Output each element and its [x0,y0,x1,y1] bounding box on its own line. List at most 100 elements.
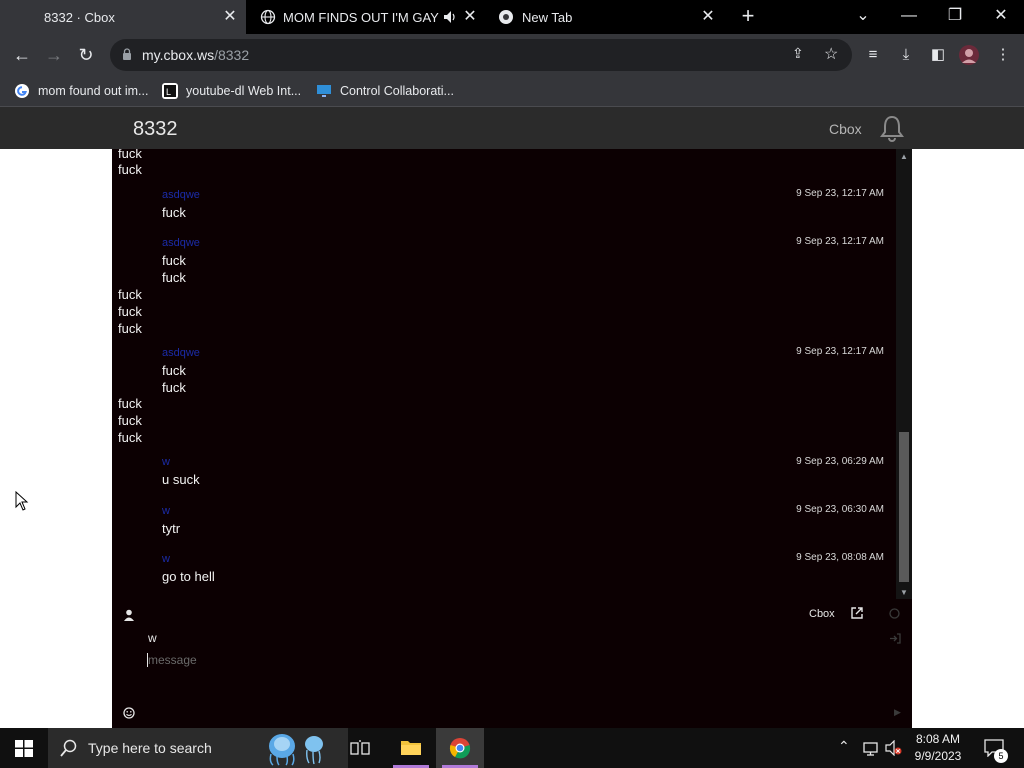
taskbar-search-box[interactable]: Type here to search [48,728,348,768]
bookmark-label: mom found out im... [38,84,149,98]
tab-title: New Tab [522,9,573,25]
profile-avatar[interactable] [958,44,980,66]
message-text: fuck [118,162,142,177]
address-bar[interactable]: my.cbox.ws/8332 ⇪ ☆ [110,39,852,71]
message-text: fuck [118,149,142,161]
share-icon[interactable]: ⇪ [792,45,804,62]
globe-icon [260,9,276,25]
tab-search-chevron-icon[interactable]: ⌄ [840,0,886,34]
message-text: u suck [162,472,200,487]
message-scrollbar[interactable]: ▲ ▼ [896,149,912,599]
speaker-icon[interactable] [444,11,457,23]
mouse-cursor-icon [15,491,29,511]
popout-icon[interactable] [851,607,863,619]
message-list: fuck fuck asdqwe 9 Sep 23, 12:17 AM fuck… [112,149,896,599]
google-icon [15,84,29,98]
tray-chevron-icon[interactable]: ⌃ [838,738,850,755]
clock-date: 9/9/2023 [914,749,962,763]
bookmark-label: Control Collaborati... [340,84,454,98]
message-author[interactable]: w [162,553,170,565]
search-placeholder: Type here to search [88,740,212,756]
message-author[interactable]: w [162,505,170,517]
notification-center-button[interactable]: 5 [978,728,1024,768]
page-title: 8332 [133,118,178,140]
close-window-button[interactable]: ✕ [978,0,1024,34]
tab-title: MOM FINDS OUT I'M GAY o [283,9,439,25]
task-view-button[interactable] [336,728,384,768]
message-text: fuck [162,380,186,395]
minimize-button[interactable]: — [886,0,932,34]
message-text: fuck [118,304,142,319]
download-icon[interactable]: ⤓ [895,44,917,66]
message-text: fuck [118,287,142,302]
chrome-icon [499,10,513,24]
jellyfish-search-highlight-icon [269,734,323,766]
taskbar-clock[interactable]: 8:08 AM 9/9/2023 [903,731,973,765]
cbox-brand-link[interactable]: Cbox [829,121,862,137]
bookmark-label: youtube-dl Web Int... [186,84,302,98]
close-icon[interactable]: ✕ [700,9,716,25]
emoji-icon[interactable] [123,707,135,719]
close-icon[interactable]: ✕ [462,9,478,25]
message-text: fuck [118,430,142,445]
message-timestamp: 9 Sep 23, 12:17 AM [796,236,884,247]
media-control-icon[interactable]: ≡ [862,44,884,66]
bookmark-star-icon[interactable]: ☆ [824,44,838,64]
message-author[interactable]: w [162,456,170,468]
menu-kebab-icon[interactable]: ⋮ [992,44,1014,66]
network-icon[interactable] [862,740,880,756]
message-timestamp: 9 Sep 23, 12:17 AM [796,188,884,199]
restore-button[interactable]: ❐ [932,0,978,34]
lock-icon [123,48,131,60]
user-icon[interactable] [123,609,135,621]
side-panel-icon[interactable]: ◧ [927,44,949,66]
tab-title: 8332 · Cbox [44,9,115,25]
tab-youtube[interactable]: MOM FINDS OUT I'M GAY o ✕ [252,0,488,34]
tab-new[interactable]: New Tab ✕ [490,0,726,34]
cbox-footer-brand[interactable]: Cbox [809,608,835,620]
message-text: fuck [118,321,142,336]
message-text: fuck [162,205,186,220]
message-text: fuck [162,270,186,285]
message-text: fuck [118,396,142,411]
message-timestamp: 9 Sep 23, 12:17 AM [796,346,884,357]
bookmark-item[interactable]: Control Collaborati... [316,82,454,100]
message-author[interactable]: asdqwe [162,189,200,201]
forward-button[interactable]: → [42,43,66,67]
message-timestamp: 9 Sep 23, 06:29 AM [796,456,884,467]
folder-icon [401,741,421,755]
volume-muted-icon[interactable] [885,740,903,756]
svg-text:L: L [166,87,171,97]
message-input[interactable]: message [146,651,846,671]
username-field[interactable]: w [148,631,157,645]
message-author[interactable]: asdqwe [162,347,200,359]
taskbar-file-explorer[interactable] [387,728,435,768]
chrome-icon [449,738,471,759]
bell-icon[interactable] [879,114,905,142]
chat-footer: Cbox w message ▶ [112,601,912,728]
reload-button[interactable]: ↻ [74,43,98,67]
scroll-thumb[interactable] [899,432,909,582]
send-arrow-icon[interactable]: ▶ [894,707,901,718]
chat-box: fuck fuck asdqwe 9 Sep 23, 12:17 AM fuck… [112,149,912,728]
taskbar-chrome[interactable] [436,728,484,768]
message-timestamp: 9 Sep 23, 06:30 AM [796,504,884,515]
tab-cbox[interactable]: 8332 · Cbox ✕ [0,0,246,34]
message-text: fuck [162,363,186,378]
login-icon[interactable] [889,633,901,644]
message-author[interactable]: asdqwe [162,237,200,249]
bookmark-item[interactable]: L youtube-dl Web Int... [162,82,301,100]
clock-time: 8:08 AM [915,732,961,746]
windows-start-icon[interactable] [15,740,33,757]
message-timestamp: 9 Sep 23, 08:08 AM [796,552,884,563]
bookmark-item[interactable]: mom found out im... [14,82,148,100]
message-placeholder: message [148,653,197,667]
new-tab-button[interactable]: + [738,5,758,27]
youtube-dl-icon: L [162,83,178,99]
scroll-up-icon[interactable]: ▲ [900,153,908,161]
task-view-icon [350,740,370,755]
search-icon [60,739,77,757]
close-icon[interactable]: ✕ [222,9,238,25]
scroll-down-icon[interactable]: ▼ [900,589,908,597]
back-button[interactable]: ← [10,43,34,67]
